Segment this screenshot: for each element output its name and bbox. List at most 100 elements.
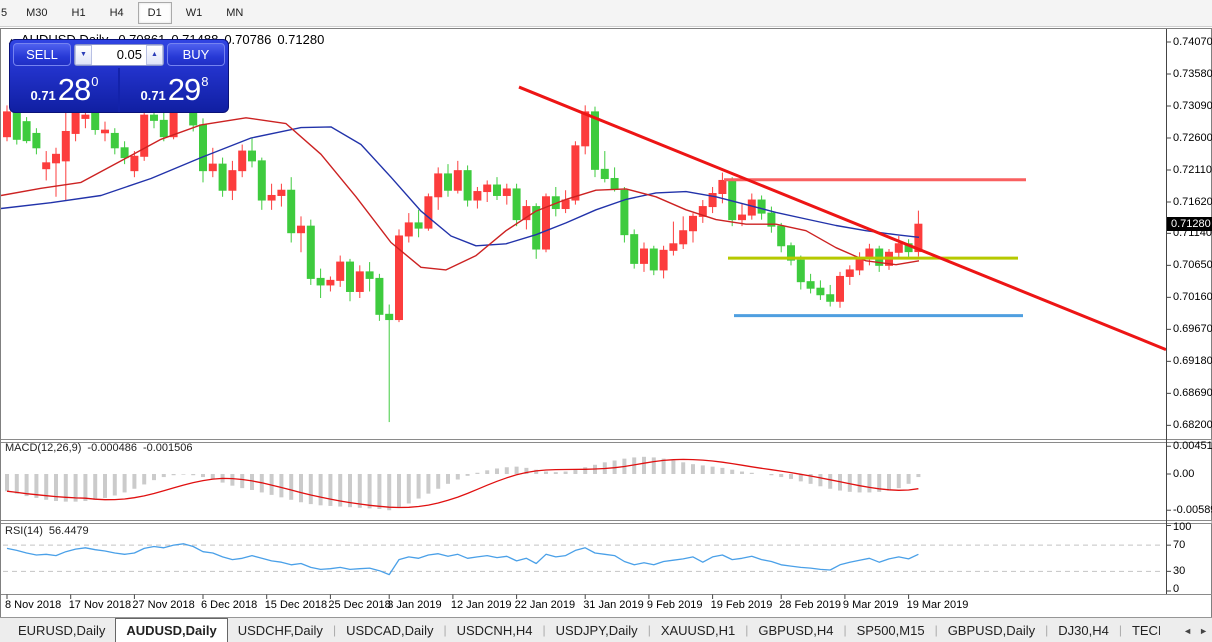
- date-label: 28 Feb 2019: [779, 599, 841, 611]
- candle-15-nov-2018: [52, 153, 60, 164]
- candle-18-jan-2019: [493, 184, 501, 196]
- sell-price-display[interactable]: 0.71 28 0: [10, 68, 120, 112]
- candle-19-dec-2018: [287, 189, 296, 234]
- candle-21-dec-2018: [306, 225, 315, 279]
- date-label: 31 Jan 2019: [583, 599, 644, 611]
- candle-20-dec-2018: [297, 225, 305, 234]
- candle-23-nov-2018: [110, 132, 119, 149]
- tab-gbpusd-h4[interactable]: GBPUSD,H4: [748, 620, 843, 641]
- macd-value-main: -0.000486: [87, 442, 137, 454]
- buy-button[interactable]: BUY: [167, 43, 225, 66]
- tab-usdchf-daily[interactable]: USDCHF,Daily: [228, 620, 333, 641]
- candle-31-dec-2018: [365, 271, 374, 279]
- tab-usdcnh-h4[interactable]: USDCNH,H4: [447, 620, 543, 641]
- candle-12-mar-2019: [855, 258, 864, 271]
- timeframe-button-mn[interactable]: MN: [216, 2, 253, 24]
- candle-29-nov-2018: [150, 114, 158, 121]
- tab-gbpusd-daily[interactable]: GBPUSD,Daily: [938, 620, 1045, 641]
- volume-decrease-button[interactable]: ▼: [75, 44, 92, 65]
- timeframe-button-5[interactable]: 5: [0, 2, 12, 24]
- tab-sp500-m15[interactable]: SP500,M15: [847, 620, 935, 641]
- macd-axis-label: 0.004517: [1173, 440, 1212, 453]
- candle-15-feb-2019: [689, 215, 697, 232]
- sell-price-sup: 0: [91, 73, 99, 89]
- timeframe-button-d1[interactable]: D1: [137, 2, 172, 24]
- volume-increase-button[interactable]: ▲: [146, 44, 163, 65]
- timeframe-button-w1[interactable]: W1: [176, 2, 213, 24]
- candle-12-feb-2019: [659, 249, 668, 271]
- sell-button[interactable]: SELL: [13, 43, 71, 66]
- candle-14-dec-2018: [257, 160, 266, 201]
- candle-14-nov-2018: [42, 162, 51, 170]
- tab-usdcad-daily[interactable]: USDCAD,Daily: [336, 620, 443, 641]
- candle-7-mar-2019: [826, 294, 835, 302]
- candle-20-feb-2019: [718, 179, 727, 195]
- buy-price-big: 29: [167, 72, 201, 107]
- volume-input[interactable]: [92, 47, 146, 62]
- candle-5-feb-2019: [610, 177, 619, 190]
- rsi-name: RSI(14): [5, 525, 43, 537]
- candle-26-feb-2019: [757, 199, 766, 214]
- mt4-terminal: 5M30H1H4D1W1MN ▲AUDUSD,Daily0.708610.714…: [0, 0, 1212, 642]
- candle-8-nov-2018: [3, 111, 11, 138]
- tab-audusd-daily[interactable]: AUDUSD,Daily: [115, 618, 228, 642]
- chart-tabs: EURUSD,Daily AUDUSD,Daily USDCHF,Daily | USD…: [0, 618, 1160, 642]
- rsi-axis-label: 70: [1173, 539, 1186, 552]
- date-label: 22 Jan 2019: [514, 599, 576, 611]
- tab-usdjpy-daily[interactable]: USDJPY,Daily: [546, 620, 648, 641]
- candle-16-nov-2018: [61, 130, 70, 162]
- chart-canvas[interactable]: [1, 29, 1212, 642]
- date-label: 12 Jan 2019: [450, 599, 512, 611]
- tab-scroll-left-icon[interactable]: ◄: [1183, 626, 1192, 636]
- rsi-label: RSI(14) 56.4479: [5, 525, 95, 537]
- date-label: 17 Nov 2018: [68, 599, 132, 611]
- rsi-line: [6, 543, 919, 576]
- timeframe-button-h1[interactable]: H1: [62, 2, 96, 24]
- tab-dj30-h4[interactable]: DJ30,H4: [1048, 620, 1119, 641]
- candle-28-feb-2019: [777, 225, 786, 247]
- candle-27-nov-2018: [130, 155, 139, 172]
- descending-trendline[interactable]: [518, 85, 1167, 351]
- candle-26-dec-2018: [336, 261, 345, 281]
- rsi-axis-label: 100: [1173, 521, 1192, 533]
- candle-18-dec-2018: [277, 189, 286, 196]
- candle-7-dec-2018: [208, 163, 217, 172]
- price-axis-label: 0.70650: [1173, 259, 1212, 272]
- candle-25-jan-2019: [542, 196, 550, 250]
- candle-11-mar-2019: [845, 269, 854, 277]
- macd-label: MACD(12,26,9) -0.000486 -0.001506: [5, 442, 199, 454]
- chart-window[interactable]: ▲AUDUSD,Daily0.708610.714880.707860.7128…: [0, 28, 1212, 642]
- current-price-badge: 0.71280: [1167, 217, 1212, 232]
- rsi-axis-label: 0: [1173, 583, 1180, 595]
- tab-tech100-h1[interactable]: TECH100,H1: [1122, 620, 1160, 641]
- timeframe-toolbar: 5 M30 H1 H4 D1 W1 MN: [0, 0, 1212, 27]
- candle-13-nov-2018: [32, 132, 41, 149]
- candle-14-feb-2019: [679, 230, 688, 245]
- tab-scroll-right-icon[interactable]: ►: [1199, 626, 1208, 636]
- candle-15-jan-2019: [463, 170, 472, 201]
- candle-22-feb-2019: [738, 214, 746, 221]
- candle-13-dec-2018: [248, 150, 256, 162]
- timeframe-button-h4[interactable]: H4: [100, 2, 134, 24]
- price-axis-label: 0.69670: [1173, 323, 1212, 336]
- date-label: 27 Nov 2018: [132, 599, 195, 611]
- tab-xauusd-h1[interactable]: XAUUSD,H1: [651, 620, 745, 641]
- candle-2-jan-2019: [375, 277, 384, 315]
- buy-price-display[interactable]: 0.71 29 8: [120, 68, 228, 112]
- candle-25-dec-2018: [326, 279, 335, 286]
- candle-6-feb-2019: [620, 189, 629, 236]
- date-label: 3 Jan 2019: [387, 599, 442, 611]
- candle-4-mar-2019: [796, 259, 805, 283]
- timeframe-button-m30[interactable]: M30: [16, 2, 57, 24]
- candle-22-jan-2019: [512, 188, 521, 221]
- candle-10-dec-2018: [218, 163, 227, 191]
- date-label: 9 Mar 2019: [842, 599, 899, 611]
- macd-value-signal: -0.001506: [142, 442, 193, 454]
- candle-30-nov-2018: [159, 119, 168, 138]
- candle-9-jan-2019: [424, 196, 433, 229]
- candle-9-nov-2018: [12, 108, 21, 140]
- price-axis-label: 0.70160: [1173, 291, 1212, 304]
- price-axis: 0.74070 0.73580 0.73090 0.72600 0.72110 0.716…: [1167, 29, 1212, 642]
- tab-eurusd-daily[interactable]: EURUSD,Daily: [8, 620, 115, 641]
- candle-7-jan-2019: [404, 222, 413, 237]
